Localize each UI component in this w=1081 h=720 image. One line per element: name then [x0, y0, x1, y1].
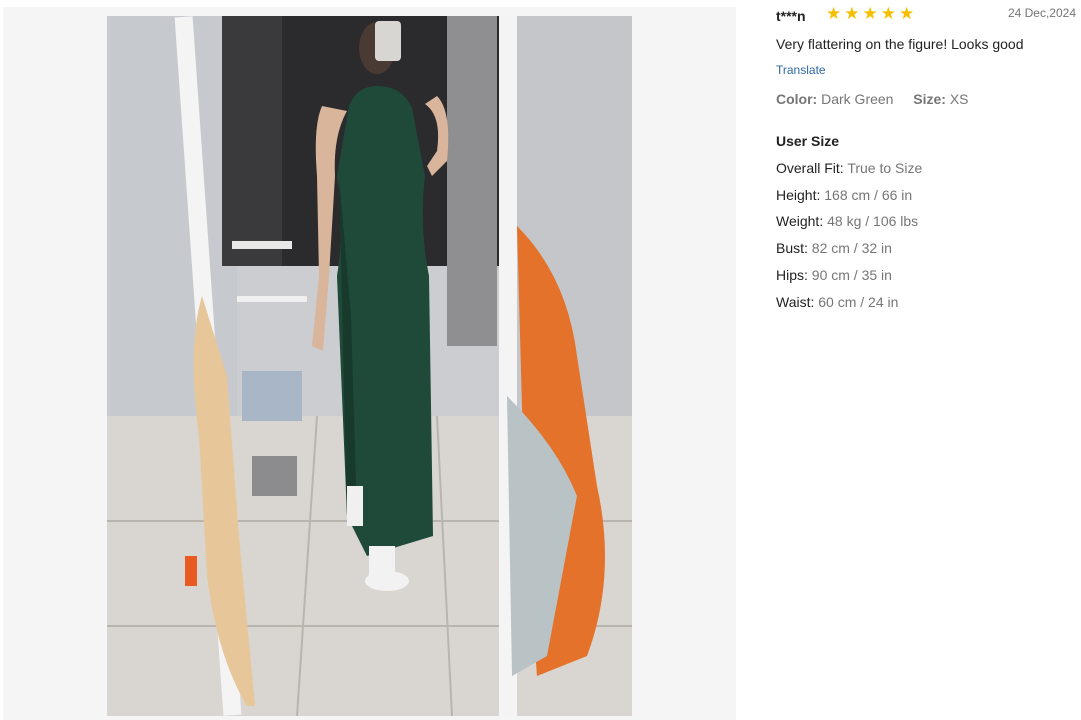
size-row-hips: Hips: 90 cm / 35 in [776, 267, 892, 283]
review-photo-panel [3, 7, 736, 720]
reviewer-name: t***n [776, 8, 806, 24]
size-row-overall-fit: Overall Fit: True to Size [776, 160, 922, 176]
star-icon: ★ [844, 4, 860, 23]
size-row-value: 90 cm / 35 in [811, 267, 892, 283]
translate-link[interactable]: Translate [776, 63, 826, 77]
star-icon: ★ [826, 4, 842, 23]
review-date: 24 Dec,2024 [1007, 6, 1076, 20]
size-label: Size: [913, 91, 946, 107]
color-label: Color: [776, 91, 818, 107]
review-text: Very flattering on the figure! Looks goo… [776, 36, 1024, 52]
star-icon: ★ [899, 4, 915, 23]
size-row-value: 48 kg / 106 lbs [827, 213, 919, 229]
review-photo[interactable] [107, 16, 632, 716]
size-value: XS [949, 91, 969, 107]
size-row-value: True to Size [847, 160, 923, 176]
size-row-weight: Weight: 48 kg / 106 lbs [776, 213, 918, 229]
size-row-value: 82 cm / 32 in [811, 240, 892, 256]
review-header: t***n ★ ★ ★ ★ ★ 24 Dec,2024 [776, 5, 1076, 25]
user-size-title: User Size [776, 133, 840, 149]
size-row-height: Height: 168 cm / 66 in [776, 187, 912, 203]
size-row-label: Bust: [776, 240, 808, 256]
size-row-label: Weight: [776, 213, 824, 229]
size-row-label: Height: [776, 187, 821, 203]
size-row-value: 60 cm / 24 in [818, 294, 899, 310]
mirror-selfie-illustration [107, 16, 632, 716]
size-row-value: 168 cm / 66 in [824, 187, 913, 203]
size-row-label: Overall Fit: [776, 160, 844, 176]
size-row-bust: Bust: 82 cm / 32 in [776, 240, 892, 256]
star-icon: ★ [880, 4, 896, 23]
size-row-label: Waist: [776, 294, 815, 310]
purchase-attributes: Color: Dark Green Size: XS [776, 91, 969, 107]
size-row-label: Hips: [776, 267, 808, 283]
size-row-waist: Waist: 60 cm / 24 in [776, 294, 898, 310]
star-icon: ★ [862, 4, 878, 23]
star-rating: ★ ★ ★ ★ ★ [826, 5, 914, 22]
color-value: Dark Green [821, 91, 894, 107]
